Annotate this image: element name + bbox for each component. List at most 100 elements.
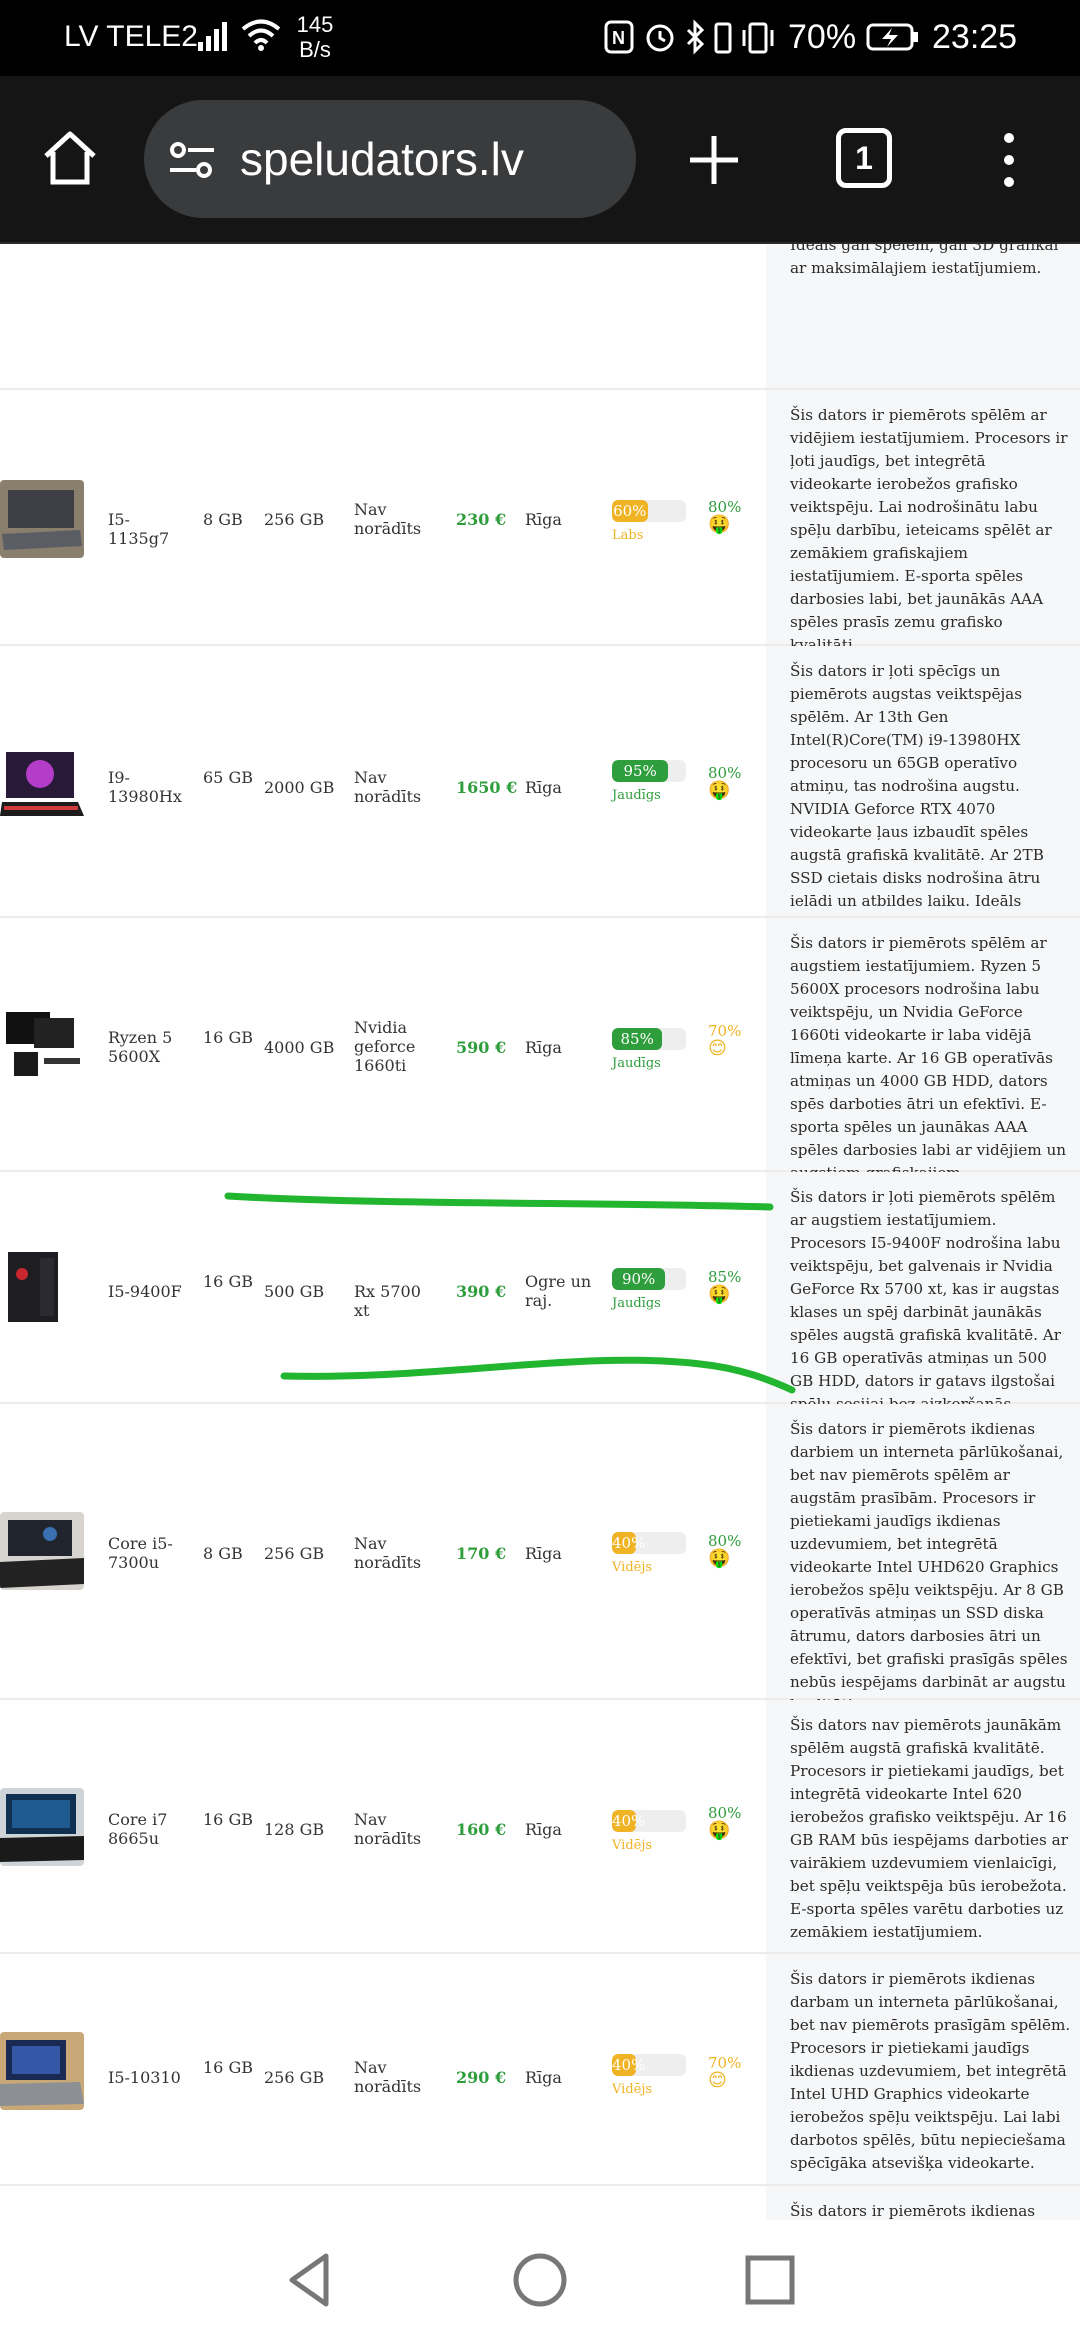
listing-description: Šis dators nav piemērots jaunākām spēlēm… bbox=[766, 1700, 1080, 1952]
performance-fill: 85% bbox=[612, 1028, 663, 1050]
city-cell: Rīga bbox=[525, 2068, 562, 2087]
laptop-thumbnail[interactable] bbox=[0, 480, 84, 558]
ram-cell: 8 GB bbox=[203, 510, 243, 529]
storage-cell: 2000 GB bbox=[264, 778, 335, 797]
price-cell: 390 € bbox=[456, 1282, 507, 1301]
money-face-icon: 🤑 bbox=[708, 1820, 731, 1841]
home-circle-icon[interactable] bbox=[510, 2250, 570, 2310]
table-row[interactable]: I9-13980Hx 65 GB 2000 GB Nav norādīts 16… bbox=[0, 646, 1080, 956]
gpu-cell: Nav norādīts bbox=[354, 1534, 422, 1572]
ram-cell: 65 GB bbox=[203, 768, 253, 787]
battery-percent: 70% bbox=[788, 18, 857, 56]
system-navigation-bar bbox=[0, 2220, 1080, 2340]
gpu-cell: Rx 5700 xt bbox=[354, 1282, 421, 1320]
system-status-icons: N bbox=[604, 19, 774, 55]
performance-label: Jaudīgs bbox=[612, 788, 661, 803]
value-score: 80% 🤑 bbox=[708, 1532, 748, 1568]
table-row[interactable]: Core i7 8665u 16 GB 128 GB Nav norādīts … bbox=[0, 1700, 1080, 1954]
performance-label: Vidējs bbox=[612, 2082, 653, 2097]
price-cell: 170 € bbox=[456, 1544, 507, 1563]
vibrate-icon bbox=[742, 22, 774, 54]
performance-meter: 40% Vidējs bbox=[612, 1810, 686, 1853]
signal-icon bbox=[198, 22, 227, 51]
cpu-cell: Core i7 8665u bbox=[108, 1810, 168, 1848]
svg-text:N: N bbox=[612, 28, 625, 48]
smile-face-icon: 😊 bbox=[708, 1038, 727, 1059]
desktop-pc-thumbnail[interactable] bbox=[0, 1006, 84, 1084]
laptop-thumbnail[interactable] bbox=[0, 1788, 84, 1866]
laptop-thumbnail[interactable] bbox=[0, 1512, 84, 1590]
money-face-icon: 🤑 bbox=[708, 780, 731, 801]
cpu-cell: I5-1135g7 bbox=[108, 510, 170, 548]
price-cell: 1650 € bbox=[456, 778, 518, 797]
battery-charging-icon bbox=[866, 23, 918, 51]
price-cell: 590 € bbox=[456, 1038, 507, 1057]
laptop-thumbnail[interactable] bbox=[0, 2032, 84, 2110]
table-row[interactable]: Ryzen 5 5600X 16 GB 4000 GB Nvidia gefor… bbox=[0, 918, 1080, 1205]
clock: 23:25 bbox=[932, 18, 1018, 56]
network-speed-value: 145 bbox=[296, 12, 334, 37]
cpu-cell: I9-13980Hx bbox=[108, 768, 182, 806]
city-cell: Rīga bbox=[525, 778, 562, 797]
gpu-cell: Nav norādīts bbox=[354, 500, 422, 538]
storage-cell: 256 GB bbox=[264, 510, 325, 529]
gpu-cell: Nvidia geforce 1660ti bbox=[354, 1018, 416, 1075]
new-tab-icon[interactable] bbox=[686, 132, 742, 188]
storage-cell: 256 GB bbox=[264, 2068, 325, 2087]
listing-description: Šis dators ir piemērots spēlēm ar vidēji… bbox=[766, 390, 1080, 654]
performance-meter: 90% Jaudīgs bbox=[612, 1268, 686, 1311]
listing-description: Šis dators ir piemērots ikdienas darbiem… bbox=[766, 1404, 1080, 1714]
performance-meter: 60% Labs bbox=[612, 500, 686, 543]
computer-listing: grafisko veiktspēju. Ar Mini LED ROG Neb… bbox=[0, 244, 1080, 2220]
value-score: 80% 🤑 bbox=[708, 498, 748, 534]
recent-apps-icon[interactable] bbox=[740, 2250, 800, 2310]
site-settings-icon[interactable] bbox=[168, 138, 216, 182]
price-cell: 160 € bbox=[456, 1820, 507, 1839]
status-bar: LV TELE2 145 B/s N 70% 23:25 bbox=[0, 0, 1080, 76]
performance-label: Jaudīgs bbox=[612, 1296, 661, 1311]
table-row[interactable]: I5-10310 16 GB 256 GB Nav norādīts 290 €… bbox=[0, 1954, 1080, 2186]
cpu-cell: I5-9400F bbox=[108, 1282, 182, 1301]
address-bar[interactable]: speludators.lv bbox=[144, 100, 636, 218]
alarm-icon bbox=[646, 24, 674, 52]
tab-switcher-button[interactable]: 1 bbox=[836, 128, 892, 188]
city-cell: Rīga bbox=[525, 1038, 562, 1057]
table-row[interactable]: Šis dators ir piemērots ikdienas bbox=[0, 2186, 1080, 2220]
ram-cell: 16 GB bbox=[203, 1028, 253, 1047]
city-cell: Rīga bbox=[525, 1820, 562, 1839]
table-row[interactable]: Core i5-7300u 8 GB 256 GB Nav norādīts 1… bbox=[0, 1404, 1080, 1714]
table-row[interactable]: I5-9400F 16 GB 500 GB Rx 5700 xt 390 € O… bbox=[0, 1172, 1080, 1413]
back-icon[interactable] bbox=[280, 2250, 340, 2310]
network-speed-unit: B/s bbox=[299, 37, 331, 62]
nfc-icon: N bbox=[604, 20, 634, 54]
gpu-cell: Nav norādīts bbox=[354, 2058, 422, 2096]
listing-description: grafisko veiktspēju. Ar Mini LED ROG Neb… bbox=[766, 244, 1080, 388]
more-options-icon[interactable] bbox=[994, 130, 1024, 190]
home-icon[interactable] bbox=[38, 126, 102, 190]
gpu-cell: Nav norādīts bbox=[354, 1810, 422, 1848]
performance-meter: 40% Vidējs bbox=[612, 2054, 686, 2097]
browser-toolbar: speludators.lv 1 bbox=[0, 76, 1080, 244]
storage-cell: 500 GB bbox=[264, 1282, 325, 1301]
cpu-cell: Core i5-7300u bbox=[108, 1534, 173, 1572]
money-face-icon: 🤑 bbox=[708, 514, 731, 535]
city-cell: Rīga bbox=[525, 510, 562, 529]
performance-fill: 90% bbox=[612, 1268, 666, 1290]
value-score: 70% 😊 bbox=[708, 1022, 748, 1058]
desktop-pc-thumbnail[interactable] bbox=[0, 1248, 84, 1326]
performance-fill: 60% bbox=[612, 500, 648, 522]
listing-description: Šis dators ir piemērots spēlēm ar augsti… bbox=[766, 918, 1080, 1205]
value-score: 80% 🤑 bbox=[708, 1804, 748, 1840]
listing-description: Šis dators ir piemērots ikdienas bbox=[766, 2186, 1080, 2220]
performance-fill: 40% bbox=[612, 1810, 646, 1832]
city-cell: Ogre un raj. bbox=[525, 1272, 592, 1310]
cpu-cell: Ryzen 5 5600X bbox=[108, 1028, 173, 1066]
money-face-icon: 🤑 bbox=[708, 1284, 731, 1305]
laptop-thumbnail[interactable] bbox=[0, 746, 84, 824]
performance-label: Jaudīgs bbox=[612, 1056, 661, 1071]
table-row[interactable]: grafisko veiktspēju. Ar Mini LED ROG Neb… bbox=[0, 244, 1080, 390]
ram-cell: 16 GB bbox=[203, 1272, 253, 1291]
money-face-icon: 🤑 bbox=[708, 1548, 731, 1569]
battery-saver-icon bbox=[714, 22, 732, 54]
table-row[interactable]: I5-1135g7 8 GB 256 GB Nav norādīts 230 €… bbox=[0, 390, 1080, 654]
